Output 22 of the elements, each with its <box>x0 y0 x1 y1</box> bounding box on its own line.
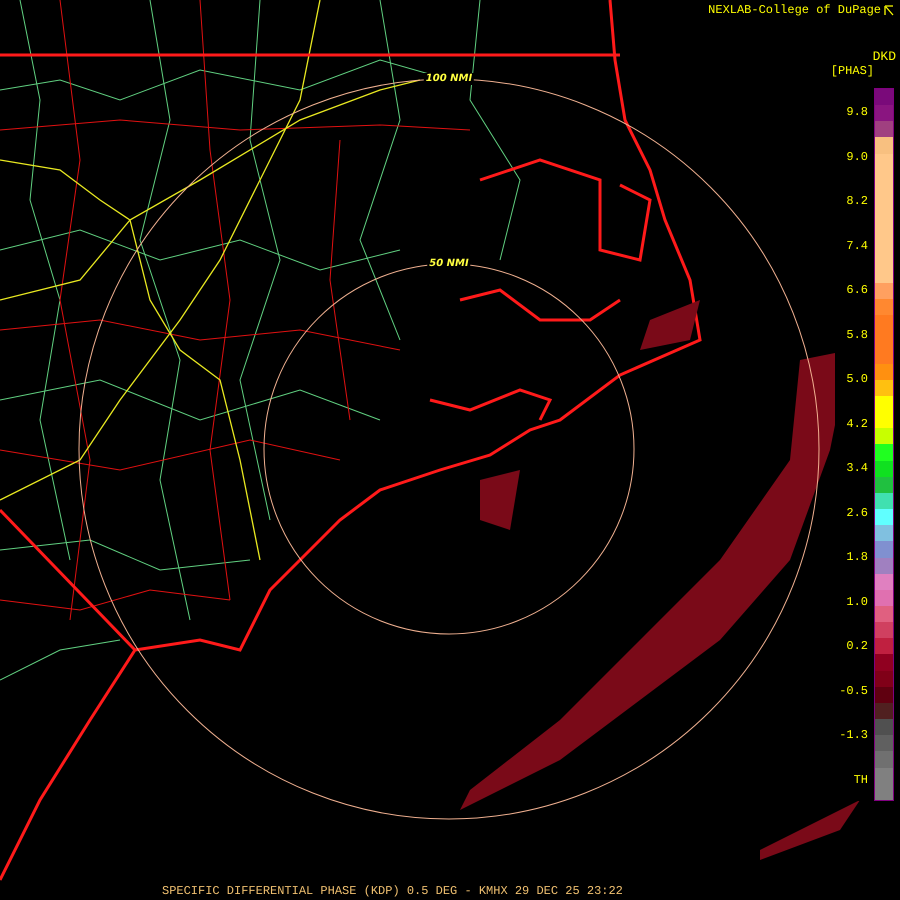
scale-label: TH <box>854 772 868 787</box>
scale-label: -0.5 <box>839 684 868 698</box>
scale-label: 5.0 <box>846 372 868 386</box>
scale-label: 3.4 <box>846 461 868 476</box>
scale-label: 9.8 <box>846 105 868 119</box>
scale-label: 0.2 <box>846 639 868 654</box>
product-title: SPECIFIC DIFFERENTIAL PHASE (KDP) 0.5 DEG - KMHX 29 DEC 25 23:22 <box>162 884 623 898</box>
scale-label: 6.6 <box>846 283 868 298</box>
range-ring-label: 100 NMI <box>424 73 474 85</box>
scale-label: 8.2 <box>846 194 868 208</box>
unit-label: [PHAS] <box>830 64 874 78</box>
scale-label: 1.0 <box>846 594 868 609</box>
scale-label: -1.3 <box>839 728 868 742</box>
scale-label: 9.0 <box>846 150 868 164</box>
scale-label: 7.4 <box>846 238 868 253</box>
scale-label: 4.2 <box>846 416 868 431</box>
product-code: DKD <box>872 50 896 64</box>
corner-arrow-icon <box>884 4 894 16</box>
scale-label: 2.6 <box>846 506 868 520</box>
credit-text: NEXLAB-College of DuPage <box>708 3 881 17</box>
scale-label: 1.8 <box>846 550 868 564</box>
scale-label: 5.8 <box>846 328 868 342</box>
